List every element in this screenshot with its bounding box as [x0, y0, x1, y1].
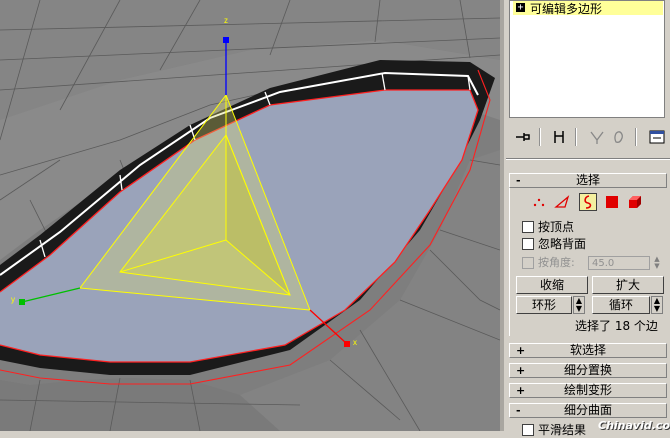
- by-angle-checkbox: [522, 257, 534, 269]
- y-axis-label: y: [11, 295, 15, 304]
- ring-button[interactable]: 环形: [516, 296, 572, 314]
- panel-divider[interactable]: [500, 0, 504, 431]
- rollout-title: 细分曲面: [563, 403, 612, 417]
- loop-button[interactable]: 循环: [592, 296, 650, 314]
- z-axis-label: z: [224, 16, 228, 25]
- viewport-canvas[interactable]: z y x: [0, 0, 500, 431]
- modifier-stack-list[interactable]: + 可编辑多边形: [509, 0, 665, 118]
- rollout-subdivision-displacement[interactable]: + 细分置换: [509, 363, 667, 378]
- remove-modifier-icon[interactable]: [609, 127, 629, 147]
- by-angle-spinner: ▲ ▼: [654, 255, 660, 270]
- rollout-title: 软选择: [569, 343, 606, 357]
- smooth-result-label: 平滑结果: [538, 423, 587, 437]
- ignore-backfacing-label: 忽略背面: [538, 237, 587, 251]
- shrink-button[interactable]: 收缩: [516, 276, 588, 294]
- by-vertex-checkbox[interactable]: [522, 221, 534, 233]
- vertex-icon[interactable]: [530, 193, 548, 211]
- by-angle-label: 按角度:: [538, 256, 575, 269]
- grow-button[interactable]: 扩大: [592, 276, 664, 294]
- element-icon[interactable]: [626, 193, 644, 211]
- polygon-icon[interactable]: [603, 193, 621, 211]
- stack-toolbar: [509, 123, 669, 151]
- edge-icon[interactable]: [553, 193, 571, 211]
- rollout-soft-selection[interactable]: + 软选择: [509, 343, 667, 358]
- rollout-title: 细分置换: [563, 363, 612, 377]
- watermark-text: Chinavid.com: [598, 419, 670, 432]
- stack-item-label: 可编辑多边形: [530, 2, 603, 16]
- configure-modifier-sets-icon[interactable]: [647, 127, 667, 147]
- rollout-subdivision-surface[interactable]: - 细分曲面: [509, 403, 667, 418]
- expand-icon[interactable]: +: [516, 3, 525, 13]
- ignore-backfacing-checkbox[interactable]: [522, 238, 534, 250]
- x-axis-label: x: [353, 338, 357, 347]
- by-vertex-label: 按顶点: [538, 220, 575, 234]
- divider: [506, 158, 670, 160]
- loop-spinner[interactable]: ▲ ▼: [651, 296, 663, 314]
- stack-item-editable-poly[interactable]: + 可编辑多边形: [513, 1, 663, 16]
- border-icon[interactable]: [579, 193, 597, 211]
- rollout-selection[interactable]: - 选择: [509, 173, 667, 188]
- by-angle-input: 45.0: [588, 256, 650, 270]
- make-unique-icon[interactable]: [587, 127, 607, 147]
- selection-status: 选择了 18 个边: [575, 319, 658, 333]
- ring-spinner[interactable]: ▲ ▼: [573, 296, 585, 314]
- rollout-paint-deformation[interactable]: + 绘制变形: [509, 383, 667, 398]
- rollout-title: 绘制变形: [563, 383, 612, 397]
- smooth-result-checkbox[interactable]: [522, 424, 534, 436]
- viewport-perspective[interactable]: z y x: [0, 0, 500, 431]
- pin-stack-icon[interactable]: [513, 127, 533, 147]
- show-end-result-icon[interactable]: [549, 127, 569, 147]
- rollout-title: 选择: [575, 173, 600, 187]
